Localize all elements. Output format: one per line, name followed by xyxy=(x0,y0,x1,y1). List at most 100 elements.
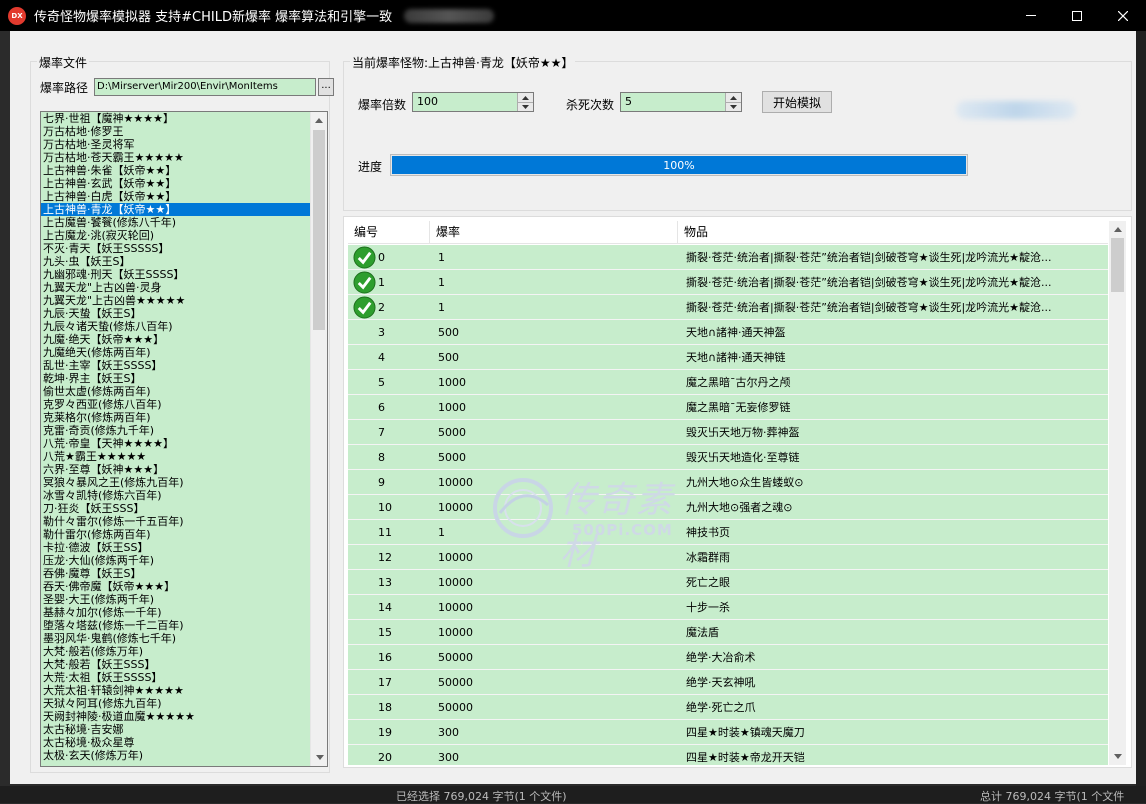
table-row[interactable]: 3 500 天地∩諸神·通天神盔 xyxy=(348,320,1108,345)
monster-list[interactable]: 七界·世祖【魔神★★★★】 万古枯地·修罗王 万古枯地·圣灵将军 万古枯地·苍天霸王★… xyxy=(40,111,328,767)
close-button[interactable] xyxy=(1100,0,1146,31)
table-row[interactable]: 18 50000 绝学·死亡之爪 xyxy=(348,695,1108,720)
monster-list-item[interactable]: 九辰·天蛰【妖王S】 xyxy=(41,307,311,320)
table-row[interactable]: 17 50000 绝学·天玄神吼 xyxy=(348,670,1108,695)
monster-list-item[interactable]: 上古神兽·白虎【妖帝★★】 xyxy=(41,190,311,203)
table-row[interactable]: 10 10000 九州大地⊙强者之魂⊙ xyxy=(348,495,1108,520)
scroll-up-arrow[interactable] xyxy=(311,112,327,129)
minimize-button[interactable] xyxy=(1008,0,1054,31)
monster-list-item[interactable]: 上古魔龙·洮(寂灭轮回) xyxy=(41,229,311,242)
column-header-item[interactable]: 物品 xyxy=(678,221,1108,243)
monster-list-item[interactable]: 万古枯地·苍天霸王★★★★★ xyxy=(41,151,311,164)
monster-list-item[interactable]: 大梵·般若(修炼万年) xyxy=(41,645,311,658)
path-input[interactable]: D:\Mirserver\Mir200\Envir\MonItems xyxy=(94,78,317,96)
monster-list-item[interactable]: 刀·狂炎【妖王SSS】 xyxy=(41,502,311,515)
monster-list-item[interactable]: 大荒太祖·轩辕剑神★★★★★ xyxy=(41,684,311,697)
monster-list-item[interactable]: 万古枯地·修罗王 xyxy=(41,125,311,138)
monster-list-item[interactable]: 勒什雷尔(修炼两百年) xyxy=(41,528,311,541)
start-simulation-button[interactable]: 开始模拟 xyxy=(762,91,832,113)
monster-list-item[interactable]: 上古神兽·青龙【妖帝★★】 xyxy=(41,203,311,216)
table-row[interactable]: 12 10000 冰霜群雨 xyxy=(348,545,1108,570)
scroll-thumb[interactable] xyxy=(313,130,325,330)
monster-list-item[interactable]: 九辰々诸天蛰(修炼八百年) xyxy=(41,320,311,333)
monster-list-item[interactable]: 太古秘境·吉安娜 xyxy=(41,723,311,736)
table-scroll-thumb[interactable] xyxy=(1111,238,1124,292)
monster-list-item[interactable]: 六界·至尊【妖神★★★】 xyxy=(41,463,311,476)
table-row[interactable]: 6 1000 魔之黑暗¯无妄修罗链 xyxy=(348,395,1108,420)
monster-list-item[interactable]: 偷世太虚(修炼两百年) xyxy=(41,385,311,398)
drop-result-table[interactable]: 编号 爆率 物品 0 1 撕裂·苍茫·统治者|撕裂·苍茫”统治者铠|剑破苍穹★谈生死… xyxy=(348,221,1126,765)
monster-list-item[interactable]: 大梵·般若【妖王SSS】 xyxy=(41,658,311,671)
table-row[interactable]: 16 50000 绝学·大冶俞术 xyxy=(348,645,1108,670)
table-row[interactable]: 15 10000 魔法盾 xyxy=(348,620,1108,645)
monster-list-item[interactable]: 乾坤·界主【妖王S】 xyxy=(41,372,311,385)
table-row[interactable]: 5 1000 魔之黑暗¯古尔丹之颅 xyxy=(348,370,1108,395)
monster-list-item[interactable]: 上古神兽·玄武【妖帝★★】 xyxy=(41,177,311,190)
cell-item: 天地∩諸神·通天神链 xyxy=(686,351,786,364)
monster-list-item[interactable]: 圣婴·大王(修炼两千年) xyxy=(41,593,311,606)
kill-count-stepper[interactable]: 5 xyxy=(620,92,742,112)
window-edge xyxy=(1136,31,1146,786)
monster-list-item[interactable]: 太古秘境·极众星尊 xyxy=(41,736,311,749)
kill-up-button[interactable] xyxy=(726,93,741,102)
table-scroll-up-arrow[interactable] xyxy=(1109,221,1126,238)
column-header-rate[interactable]: 爆率 xyxy=(430,221,678,243)
monster-list-item[interactable]: 上古魔兽·饕餮(修炼八千年) xyxy=(41,216,311,229)
table-row[interactable]: 11 1 神技书页 xyxy=(348,520,1108,545)
main-window-client: 爆率文件 爆率路径 D:\Mirserver\Mir200\Envir\MonI… xyxy=(10,31,1136,784)
table-row[interactable]: 2 1 撕裂·苍茫·统治者|撕裂·苍茫”统治者铠|剑破苍穹★谈生死|龙吟流光★靛沧.… xyxy=(348,295,1108,320)
table-row[interactable]: 9 10000 九州大地⊙众生皆蝼蚁⊙ xyxy=(348,470,1108,495)
column-header-id[interactable]: 编号 xyxy=(348,221,430,243)
monster-list-item[interactable]: 七界·世祖【魔神★★★★】 xyxy=(41,112,311,125)
rate-down-button[interactable] xyxy=(518,102,533,111)
table-row[interactable]: 14 10000 十步一杀 xyxy=(348,595,1108,620)
monster-list-item[interactable]: 乱世·主宰【妖王SSSS】 xyxy=(41,359,311,372)
table-row[interactable]: 1 1 撕裂·苍茫·统治者|撕裂·苍茫”统治者铠|剑破苍穹★谈生死|龙吟流光★靛沧.… xyxy=(348,270,1108,295)
browse-button[interactable]: ... xyxy=(318,78,335,96)
cell-id: 1 xyxy=(348,270,430,294)
table-row[interactable]: 20 300 四星★时装★帝龙开天铠 xyxy=(348,745,1108,765)
monster-list-item[interactable]: 克莱格尔(修炼两百年) xyxy=(41,411,311,424)
monster-list-item[interactable]: 天阙封神陵·极道血魔★★★★★ xyxy=(41,710,311,723)
monster-list-item[interactable]: 太极·玄天(修炼万年) xyxy=(41,749,311,762)
monster-list-item[interactable]: 不灭·青天【妖王SSSSS】 xyxy=(41,242,311,255)
table-row[interactable]: 0 1 撕裂·苍茫·统治者|撕裂·苍茫”统治者铠|剑破苍穹★谈生死|龙吟流光★靛沧.… xyxy=(348,245,1108,270)
rate-multiplier-stepper[interactable]: 100 xyxy=(412,92,534,112)
monster-list-item[interactable]: 基赫々加尔(修炼一千年) xyxy=(41,606,311,619)
monster-list-item[interactable]: 天狱々阿耳(修炼九百年) xyxy=(41,697,311,710)
monster-list-item[interactable]: 墨羽风华·鬼鹤(修炼七千年) xyxy=(41,632,311,645)
monster-list-item[interactable]: 九魔·绝天【妖帝★★★】 xyxy=(41,333,311,346)
monster-list-item[interactable]: 克雷·奇贡(修炼九千年) xyxy=(41,424,311,437)
monster-list-item[interactable]: 勒什々雷尔(修炼一千五百年) xyxy=(41,515,311,528)
scroll-down-arrow[interactable] xyxy=(311,749,327,766)
table-row[interactable]: 4 500 天地∩諸神·通天神链 xyxy=(348,345,1108,370)
monster-list-item[interactable]: 九幽邪魂·刑天【妖王SSSS】 xyxy=(41,268,311,281)
rate-up-button[interactable] xyxy=(518,93,533,102)
maximize-button[interactable] xyxy=(1054,0,1100,31)
monster-list-item[interactable]: 大荒·太祖【妖王SSSS】 xyxy=(41,671,311,684)
monster-list-item[interactable]: 九翼天龙"上古凶兽★★★★★ xyxy=(41,294,311,307)
monster-list-item[interactable]: 万古枯地·圣灵将军 xyxy=(41,138,311,151)
monster-list-scrollbar[interactable] xyxy=(310,112,327,766)
table-row[interactable]: 7 5000 毁灭卐天地万物·葬神盔 xyxy=(348,420,1108,445)
kill-down-button[interactable] xyxy=(726,102,741,111)
table-row[interactable]: 13 10000 死亡之眼 xyxy=(348,570,1108,595)
table-row[interactable]: 19 300 四星★时装★镇魂天魔刀 xyxy=(348,720,1108,745)
monster-list-item[interactable]: 吞佛·魔尊【妖王S】 xyxy=(41,567,311,580)
table-scrollbar[interactable] xyxy=(1109,221,1126,765)
monster-list-item[interactable]: 九翼天龙"上古凶兽·灵身 xyxy=(41,281,311,294)
monster-list-item[interactable]: 九魔绝天(修炼两百年) xyxy=(41,346,311,359)
monster-list-item[interactable]: 冰雪々凯特(修炼六百年) xyxy=(41,489,311,502)
monster-list-item[interactable]: 九头·虫【妖王S】 xyxy=(41,255,311,268)
table-scroll-down-arrow[interactable] xyxy=(1109,748,1126,765)
monster-list-item[interactable]: 八荒★霸王★★★★★ xyxy=(41,450,311,463)
monster-list-item[interactable]: 克罗々西亚(修炼八百年) xyxy=(41,398,311,411)
monster-list-item[interactable]: 八荒·帝皇【天神★★★★】 xyxy=(41,437,311,450)
monster-list-item[interactable]: 卡拉·德波【妖王SS】 xyxy=(41,541,311,554)
monster-list-item[interactable]: 冥狼々暴风之王(修炼九百年) xyxy=(41,476,311,489)
table-row[interactable]: 8 5000 毁灭卐天地造化·至尊链 xyxy=(348,445,1108,470)
monster-list-item[interactable]: 上古神兽·朱雀【妖帝★★】 xyxy=(41,164,311,177)
monster-list-item[interactable]: 压龙·大仙(修炼两千年) xyxy=(41,554,311,567)
monster-list-item[interactable]: 吞天·佛帝魔【妖帝★★★】 xyxy=(41,580,311,593)
monster-list-item[interactable]: 堕落々塔兹(修炼一千二百年) xyxy=(41,619,311,632)
